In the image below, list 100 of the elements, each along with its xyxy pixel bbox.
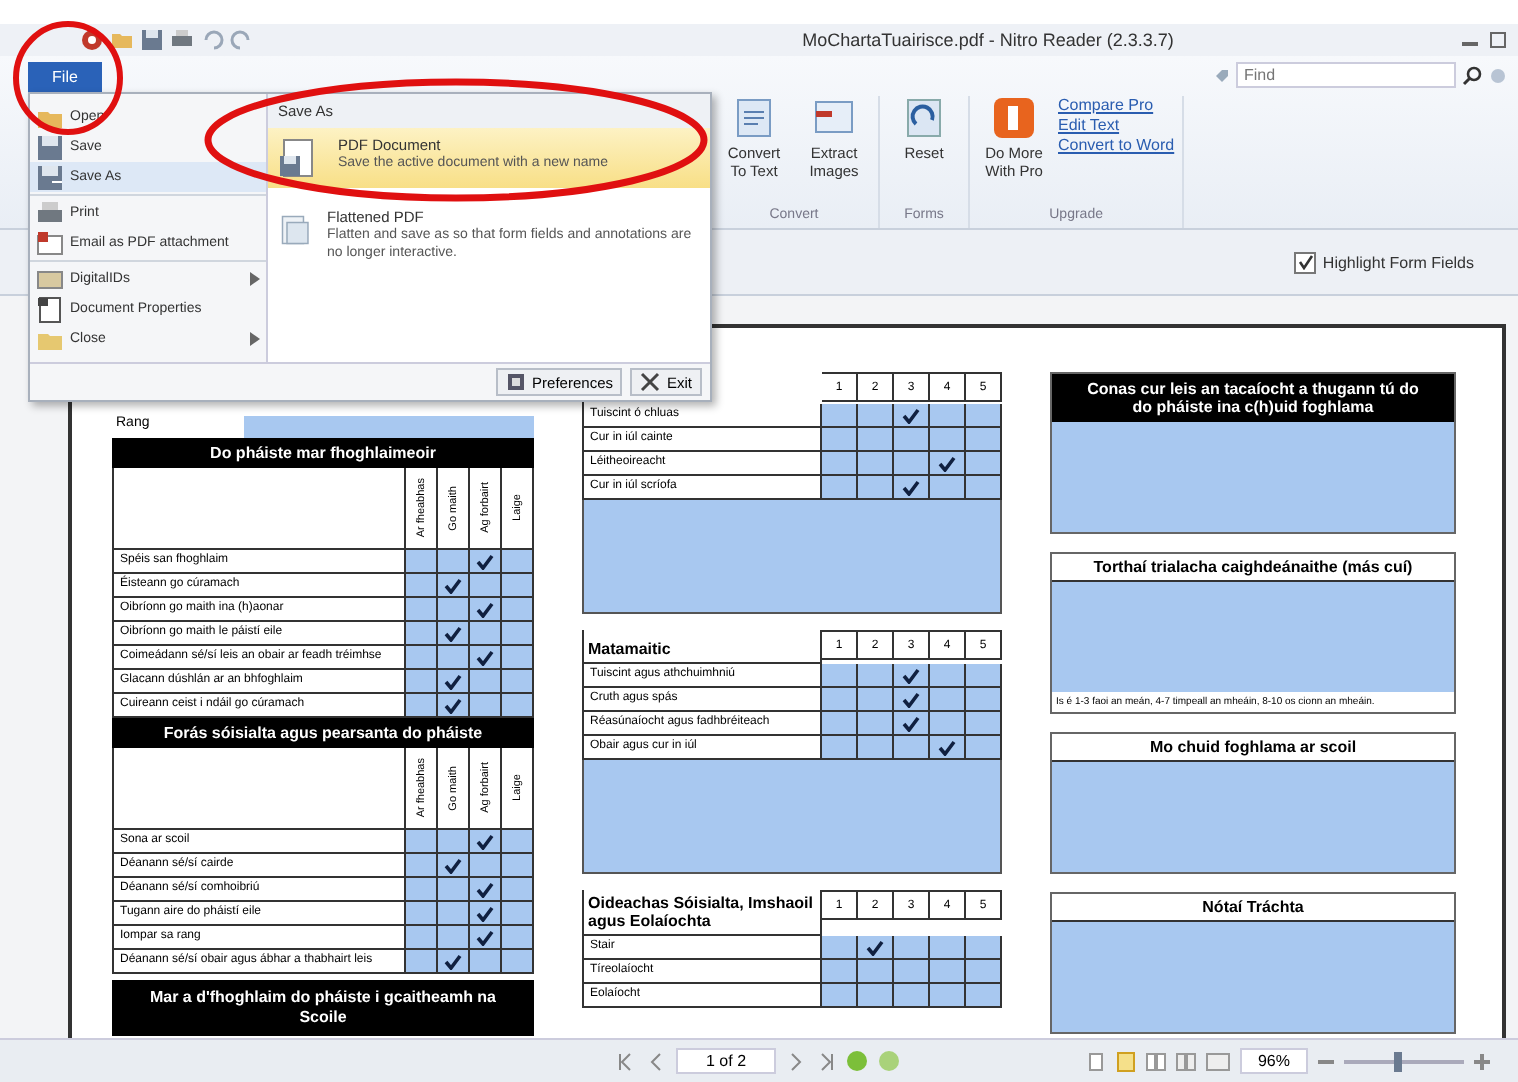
page-number-field[interactable]: 1 of 2 <box>676 1048 777 1074</box>
rating-cell[interactable] <box>502 550 534 574</box>
rating-cell[interactable] <box>930 960 966 984</box>
rating-cell[interactable] <box>438 878 470 902</box>
rating-cell[interactable] <box>822 476 858 500</box>
rating-cell[interactable] <box>858 476 894 500</box>
class-field[interactable] <box>244 416 534 438</box>
rating-cell[interactable] <box>470 902 502 926</box>
comment-field[interactable] <box>1052 762 1454 872</box>
rating-cell[interactable] <box>822 960 858 984</box>
rating-cell[interactable] <box>894 960 930 984</box>
rating-cell[interactable] <box>470 878 502 902</box>
rating-cell[interactable] <box>470 598 502 622</box>
rating-cell[interactable] <box>406 950 438 974</box>
rating-cell[interactable] <box>858 936 894 960</box>
rating-cell[interactable] <box>438 926 470 950</box>
comment-field[interactable] <box>582 760 1002 874</box>
rating-cell[interactable] <box>470 550 502 574</box>
rating-cell[interactable] <box>438 694 470 718</box>
rating-cell[interactable] <box>822 428 858 452</box>
rating-cell[interactable] <box>470 694 502 718</box>
rating-cell[interactable] <box>470 830 502 854</box>
zoom-field[interactable]: 96% <box>1239 1048 1308 1074</box>
rating-cell[interactable] <box>470 950 502 974</box>
rating-cell[interactable] <box>502 902 534 926</box>
rating-cell[interactable] <box>406 830 438 854</box>
rating-cell[interactable] <box>406 670 438 694</box>
rating-cell[interactable] <box>502 926 534 950</box>
rating-cell[interactable] <box>822 404 858 428</box>
rating-cell[interactable] <box>438 550 470 574</box>
rating-cell[interactable] <box>406 598 438 622</box>
rating-cell[interactable] <box>858 428 894 452</box>
rating-cell[interactable] <box>822 936 858 960</box>
rating-cell[interactable] <box>858 984 894 1008</box>
rating-cell[interactable] <box>966 452 1002 476</box>
rating-cell[interactable] <box>930 404 966 428</box>
rating-cell[interactable] <box>858 664 894 688</box>
rating-cell[interactable] <box>894 688 930 712</box>
rating-cell[interactable] <box>894 936 930 960</box>
rating-cell[interactable] <box>438 950 470 974</box>
rating-cell[interactable] <box>858 736 894 760</box>
rating-cell[interactable] <box>470 574 502 598</box>
rating-cell[interactable] <box>966 984 1002 1008</box>
rating-cell[interactable] <box>930 736 966 760</box>
rating-cell[interactable] <box>966 476 1002 500</box>
rating-cell[interactable] <box>502 574 534 598</box>
rating-cell[interactable] <box>438 598 470 622</box>
rating-cell[interactable] <box>406 622 438 646</box>
comment-field[interactable] <box>1052 582 1454 692</box>
rating-cell[interactable] <box>406 926 438 950</box>
rating-cell[interactable] <box>438 574 470 598</box>
rating-cell[interactable] <box>930 688 966 712</box>
rating-cell[interactable] <box>438 854 470 878</box>
rating-cell[interactable] <box>894 664 930 688</box>
rating-cell[interactable] <box>502 830 534 854</box>
rating-cell[interactable] <box>966 688 1002 712</box>
rating-cell[interactable] <box>894 712 930 736</box>
rating-cell[interactable] <box>858 688 894 712</box>
rating-cell[interactable] <box>502 598 534 622</box>
rating-cell[interactable] <box>470 622 502 646</box>
rating-cell[interactable] <box>406 878 438 902</box>
rating-cell[interactable] <box>502 670 534 694</box>
rating-cell[interactable] <box>894 736 930 760</box>
comment-field[interactable] <box>1052 922 1454 1032</box>
rating-cell[interactable] <box>894 404 930 428</box>
link[interactable]: Convert to Word <box>1058 136 1175 154</box>
rating-cell[interactable] <box>822 664 858 688</box>
rating-cell[interactable] <box>930 476 966 500</box>
comment-field[interactable] <box>582 500 1002 614</box>
rating-cell[interactable] <box>406 550 438 574</box>
rating-cell[interactable] <box>438 902 470 926</box>
rating-cell[interactable] <box>822 452 858 476</box>
rating-cell[interactable] <box>470 670 502 694</box>
rating-cell[interactable] <box>406 646 438 670</box>
rating-cell[interactable] <box>966 404 1002 428</box>
rating-cell[interactable] <box>894 428 930 452</box>
rating-cell[interactable] <box>930 428 966 452</box>
rating-cell[interactable] <box>894 984 930 1008</box>
rating-cell[interactable] <box>930 984 966 1008</box>
rating-cell[interactable] <box>822 688 858 712</box>
rating-cell[interactable] <box>438 830 470 854</box>
rating-cell[interactable] <box>502 622 534 646</box>
rating-cell[interactable] <box>822 712 858 736</box>
rating-cell[interactable] <box>894 476 930 500</box>
rating-cell[interactable] <box>858 960 894 984</box>
rating-cell[interactable] <box>930 712 966 736</box>
file-menu-button[interactable]: File <box>28 62 102 92</box>
rating-cell[interactable] <box>858 404 894 428</box>
rating-cell[interactable] <box>406 574 438 598</box>
rating-cell[interactable] <box>858 712 894 736</box>
rating-cell[interactable] <box>966 960 1002 984</box>
rating-cell[interactable] <box>894 452 930 476</box>
rating-cell[interactable] <box>502 646 534 670</box>
rating-cell[interactable] <box>966 736 1002 760</box>
rating-cell[interactable] <box>858 452 894 476</box>
rating-cell[interactable] <box>470 926 502 950</box>
rating-cell[interactable] <box>930 664 966 688</box>
rating-cell[interactable] <box>966 664 1002 688</box>
rating-cell[interactable] <box>930 452 966 476</box>
link[interactable]: Compare Pro <box>1058 96 1175 114</box>
